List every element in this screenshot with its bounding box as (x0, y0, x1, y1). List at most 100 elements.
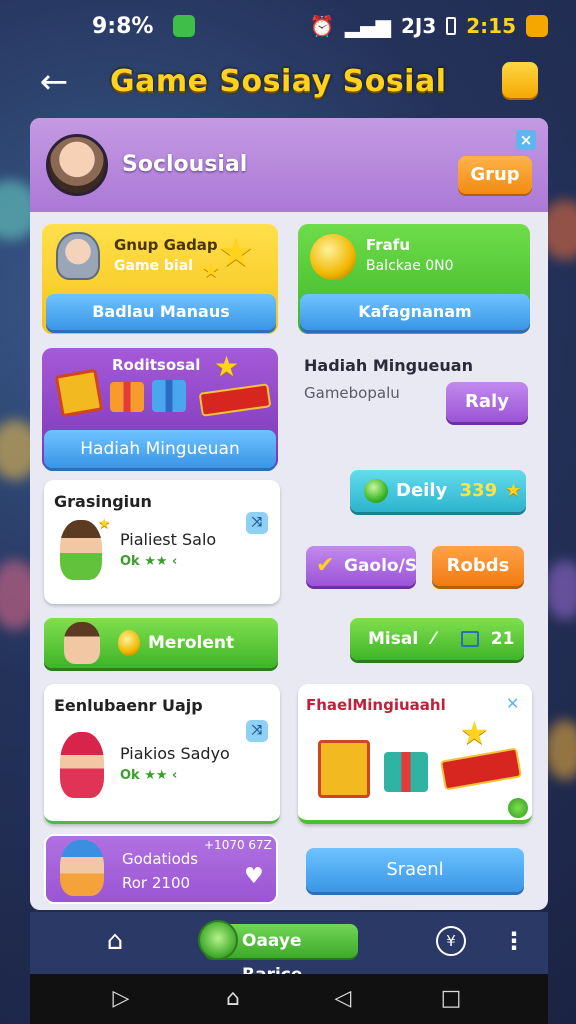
calendar-icon (460, 631, 479, 647)
calendar-gift-icon (318, 740, 370, 798)
avatar[interactable] (46, 134, 108, 196)
daily-reward-title: Gnup Gadap (114, 236, 218, 254)
check-button[interactable]: ✔ Gaolo/S (306, 546, 418, 586)
check-button-label: Gaolo/S (344, 556, 418, 576)
coin-card-subtitle: Balckae 0N0 (366, 258, 454, 274)
profile-name: Soclousial (122, 152, 248, 177)
shuffle-icon[interactable]: ⤨ (246, 512, 268, 534)
player-name: Piakios Sadyo (120, 744, 230, 763)
player-rating: Ok ★★ ‹ (120, 554, 178, 569)
bottom-nav: ⌂ Oaaye Rarice ¥ ⋮ (30, 912, 548, 985)
player-character-icon (60, 732, 104, 798)
coin-card-button[interactable]: Kafagnanam (300, 294, 530, 330)
reward-summary-detail: Ror 2100 (122, 874, 191, 892)
system-navigation-bar: ▷ ⌂ ◁ □ (30, 974, 548, 1024)
player-character-icon (60, 520, 102, 580)
search-button[interactable]: Sraenl (306, 848, 524, 892)
mission-count: 21 (490, 629, 515, 649)
character-avatar-icon (56, 232, 100, 280)
background-bokeh (545, 560, 576, 620)
recents-icon[interactable]: □ (436, 984, 466, 1014)
rally-button[interactable]: Raly (446, 382, 528, 422)
star-icon: ★ (98, 516, 111, 532)
player-rating: Ok ★★ ‹ (120, 768, 178, 783)
shuffle-icon[interactable]: ⤨ (246, 720, 268, 742)
daily-reward-card[interactable]: Gnup Gadap Game bial ★ ★ Badlau Manaus (42, 224, 278, 334)
alarm-icon: ⏰ (309, 14, 335, 38)
merolent-label: Merolent (148, 633, 235, 653)
battery-icon (446, 17, 457, 35)
reward-summary-badge: +1070 67Z (204, 838, 272, 852)
daily-points-pill[interactable]: Deily 339 ★ (350, 470, 526, 512)
daily-points-value: 339 (459, 480, 498, 501)
page-title: Game Sosiay Sosial (110, 64, 447, 99)
rounds-button[interactable]: Robds (432, 546, 524, 586)
daily-reward-button[interactable]: Badlau Manaus (46, 294, 276, 330)
weekly-gifts-title: FhaelMingiuaahl (306, 696, 446, 714)
star-icon: ★ (218, 230, 254, 276)
clock-time: 2:15 (466, 14, 516, 38)
green-check-icon (508, 798, 528, 818)
weekly-info-subtitle: Gamebopalu (304, 384, 400, 402)
social-panel: Soclousial × Grup Gnup Gadap Game bial ★… (30, 118, 548, 910)
carrier-label: 2J3 (400, 14, 437, 38)
status-bar: 9:8% ⏰ ▂▄▆ 2J3 2:15 (0, 0, 576, 52)
background-bokeh (545, 720, 576, 780)
edit-icon: ⁄ (432, 629, 435, 649)
ribbon-banner-icon (198, 383, 272, 417)
mission-button[interactable]: Misal ⁄ 21 (350, 618, 524, 660)
character-avatar-icon (60, 840, 104, 896)
weekly-reward-title: Roditsosal (112, 356, 201, 374)
weekly-info-title: Hadiah Mingueuan (304, 356, 473, 375)
calendar-gift-icon (54, 368, 104, 418)
star-icon: ★ (505, 480, 522, 501)
gift-box-icon[interactable] (502, 62, 538, 98)
profile-header: Soclousial × Grup (30, 118, 548, 212)
weekly-gifts-card[interactable]: FhaelMingiuaahl ✕ ★ (298, 684, 532, 824)
group-button[interactable]: Grup (458, 156, 532, 194)
close-icon[interactable]: ✕ (506, 694, 519, 713)
nav-center-button[interactable]: Oaaye Rarice (198, 920, 358, 985)
signal-icon: ▂▄▆ (344, 14, 391, 38)
player-section-title: Eenlubaenr Uajp (54, 696, 203, 715)
home-icon[interactable]: ⌂ (100, 926, 130, 956)
daily-reward-subtitle: Game bial (114, 258, 193, 274)
player-name: Pialiest Salo (120, 530, 217, 549)
player-card[interactable]: Eenlubaenr Uajp ⤨ Piakios Sadyo Ok ★★ ‹ (44, 684, 280, 824)
weekly-reward-button[interactable]: Hadiah Mingueuan (44, 430, 276, 468)
assistant-icon[interactable]: ▷ (106, 984, 136, 1014)
gift-box-icon (152, 380, 186, 412)
ribbon-banner-icon (439, 747, 523, 791)
home-nav-icon[interactable]: ⌂ (218, 984, 248, 1014)
clock-icon[interactable]: ¥ (436, 926, 466, 956)
player-section-title: Grasingiun (54, 492, 152, 511)
reward-summary-card[interactable]: Godatiods Ror 2100 +1070 67Z ♥ (44, 834, 278, 904)
gift-box-icon (110, 382, 144, 412)
more-vertical-icon[interactable]: ⋮ (502, 926, 526, 956)
check-icon: ✔ (316, 553, 335, 578)
green-coin-icon (364, 479, 388, 503)
coin-card-title: Frafu (366, 236, 411, 254)
close-icon[interactable]: × (516, 130, 536, 150)
coin-icon (310, 234, 356, 280)
reward-summary-name: Godatiods (122, 850, 199, 868)
star-icon: ★ (460, 714, 489, 752)
coin-card[interactable]: Frafu Balckae 0N0 Kafagnanam (298, 224, 530, 334)
player-card[interactable]: Grasingiun ⤨ ★ Pialiest Salo Ok ★★ ‹ (44, 480, 280, 604)
daily-points-label: Deily (396, 480, 448, 501)
gift-box-icon (384, 752, 428, 792)
weekly-reward-card[interactable]: Roditsosal ★ Hadiah Mingueuan (42, 348, 278, 470)
heart-icon[interactable]: ♥ (244, 864, 264, 889)
back-nav-icon[interactable]: ◁ (328, 984, 358, 1014)
app-header: ← Game Sosiay Sosial (0, 52, 576, 114)
notification-icon (173, 15, 196, 37)
star-icon: ★ (214, 350, 240, 383)
mission-label: Misal (368, 629, 419, 649)
battery-percent: 9:8% (92, 13, 154, 39)
gift-notification-icon (526, 15, 548, 37)
star-icon: ★ (202, 258, 220, 282)
merolent-button[interactable]: Merolent (44, 618, 278, 668)
green-gem-icon (198, 920, 238, 960)
back-arrow-icon[interactable]: ← (34, 62, 74, 102)
character-avatar-icon (64, 622, 100, 664)
